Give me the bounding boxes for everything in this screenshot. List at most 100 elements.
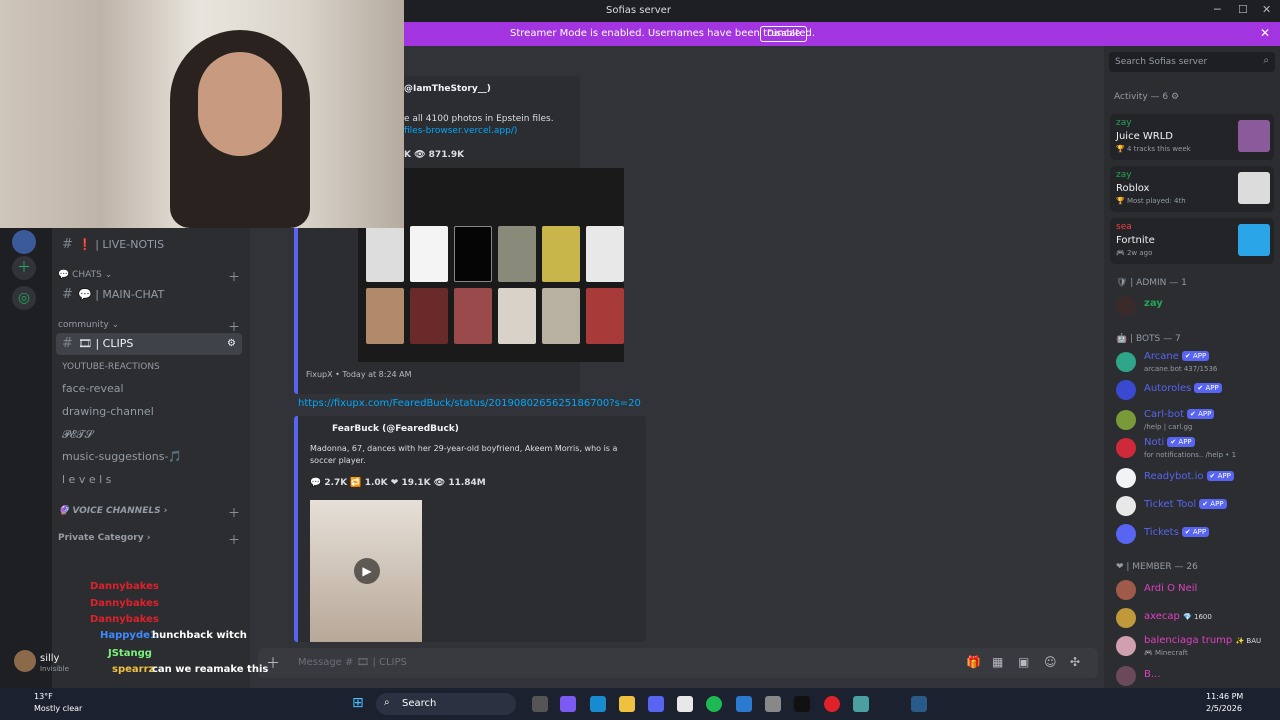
disable-button[interactable]: Disable — [760, 26, 808, 42]
activity-user: sea — [1116, 222, 1132, 232]
app-icon[interactable] — [765, 696, 781, 712]
member-name: B... — [1144, 669, 1161, 680]
close-button[interactable]: ✕ — [1262, 3, 1271, 16]
discord-icon[interactable] — [648, 696, 664, 712]
clock-time[interactable]: 11:46 PM — [1206, 692, 1243, 701]
activity-user: zay — [1116, 170, 1132, 180]
embed-video[interactable]: ▶ — [310, 500, 422, 642]
edge-icon[interactable] — [590, 696, 606, 712]
member-bot[interactable]: Autoroles ✔ APP — [1116, 376, 1276, 406]
avatar — [1116, 380, 1136, 400]
activity-card[interactable]: zay Roblox 🏆 Most played: 4th — [1110, 166, 1274, 212]
channel-live-notis[interactable]: # ❗ | LIVE-NOTIS — [56, 234, 242, 256]
steam-icon[interactable] — [911, 696, 927, 712]
add-channel-icon[interactable]: ＋ — [228, 504, 240, 521]
member-bot[interactable]: Readybot.io ✔ APP — [1116, 464, 1276, 494]
category-community[interactable]: community ⌄ — [58, 320, 119, 330]
category-chats[interactable]: 💬 CHATS ⌄ — [58, 270, 112, 280]
banner-close-icon[interactable]: ✕ — [1260, 26, 1270, 40]
apps-icon[interactable]: ✣ — [1070, 655, 1080, 669]
embed-author[interactable]: @IamTheStory__) — [404, 84, 491, 94]
category-voice[interactable]: 🔮 VOICE CHANNELS › — [58, 506, 167, 516]
play-icon[interactable]: ▶ — [354, 558, 380, 584]
taskbar-search[interactable]: ⌕ Search — [376, 693, 516, 715]
member[interactable]: Ardi O Neil — [1116, 576, 1276, 606]
server-icon[interactable] — [12, 230, 36, 254]
minimize-button[interactable]: ─ — [1214, 3, 1221, 16]
overlay-chat-message: hunchback witch — [152, 630, 247, 641]
member-bot[interactable]: Tickets ✔ APP — [1116, 520, 1276, 550]
channel-levels[interactable]: l e v e l s — [56, 469, 242, 491]
spotify-icon[interactable] — [706, 696, 722, 712]
member[interactable]: B... — [1116, 662, 1276, 688]
discover-icon[interactable]: ◎ — [12, 286, 36, 310]
channel-drawing[interactable]: drawing-channel — [56, 401, 242, 423]
search-label: Search — [402, 698, 437, 709]
search-input[interactable]: Search Sofias server ⌕ — [1109, 52, 1275, 72]
channel-youtube-reactions[interactable]: YOUTUBE-REACTIONS — [56, 356, 242, 378]
task-view-icon[interactable] — [532, 696, 548, 712]
mail-icon[interactable] — [736, 696, 752, 712]
category-private[interactable]: Private Category › — [58, 533, 150, 543]
photo-thumb — [542, 288, 580, 344]
member-bot[interactable]: Arcane ✔ APP arcane.bot 437/1536 — [1116, 348, 1276, 378]
hash-icon: # — [62, 287, 73, 302]
opera-icon[interactable] — [824, 696, 840, 712]
member-admin[interactable]: zay — [1116, 292, 1276, 322]
start-icon[interactable]: ⊞ — [352, 695, 364, 711]
activity-sub: 🏆 4 tracks this week — [1116, 145, 1191, 153]
member[interactable]: balenciaga trump ✨ BAU 🎮 Minecraft — [1116, 632, 1276, 662]
channel-pets[interactable]: 𝓟𝓔𝓣𝓢 — [56, 424, 242, 446]
channel-face-reveal[interactable]: face-reveal — [56, 378, 242, 400]
member-bot[interactable]: Noti ✔ APP for notifications.. /help • 1 — [1116, 434, 1276, 464]
member-header: ❤ | MEMBER — 26 — [1116, 562, 1198, 572]
weather-temp[interactable]: 13°F — [34, 692, 53, 701]
server-rail: ＋ ◎ — [0, 228, 52, 688]
photo-thumb — [410, 288, 448, 344]
member-status: arcane.bot 437/1536 — [1144, 365, 1218, 373]
channel-main-chat[interactable]: # 💬 | MAIN-CHAT — [56, 284, 242, 306]
add-channel-icon[interactable]: ＋ — [228, 531, 240, 548]
embed-author[interactable]: FearBuck (@FearedBuck) — [332, 424, 459, 434]
member[interactable]: axecap 💎 1600 — [1116, 604, 1276, 634]
webcam-overlay — [0, 0, 404, 228]
member-bot[interactable]: Ticket Tool ✔ APP — [1116, 492, 1276, 522]
avatar — [1116, 352, 1136, 372]
explorer-icon[interactable] — [619, 696, 635, 712]
avatar — [1116, 666, 1136, 686]
add-server-icon[interactable]: ＋ — [12, 256, 36, 280]
photo-thumb — [454, 288, 492, 344]
member-bot[interactable]: Carl-bot ✔ APP /help | carl.gg — [1116, 406, 1276, 436]
photo-thumb — [366, 226, 404, 282]
maximize-button[interactable]: ☐ — [1238, 3, 1248, 16]
admin-header: 🛡 | ADMIN — 1 — [1116, 278, 1187, 288]
embed-link[interactable]: files-browser.vercel.app/) — [404, 126, 517, 136]
activity-title: Juice WRLD — [1116, 131, 1174, 142]
tiktok-icon[interactable] — [794, 696, 810, 712]
add-channel-icon[interactable]: ＋ — [228, 268, 240, 285]
message-composer[interactable]: ＋ Message # 🎞 | CLIPS 🎁 ▦ ▣ ☺ ✣ — [258, 648, 1098, 678]
settings-icon[interactable]: ⚙ — [227, 333, 236, 355]
copilot-icon[interactable] — [560, 696, 576, 712]
member-name: Ardi O Neil — [1144, 583, 1198, 594]
activity-user: zay — [1116, 118, 1132, 128]
roblox-icon — [1238, 172, 1270, 204]
activity-sub: 🎮 2w ago — [1116, 249, 1153, 257]
app-icon[interactable] — [853, 696, 869, 712]
embed-stats: K 👁 871.9K — [404, 150, 465, 160]
activity-card[interactable]: zay Juice WRLD 🏆 4 tracks this week — [1110, 114, 1274, 160]
photo-thumb — [542, 226, 580, 282]
hash-icon: # — [62, 237, 73, 252]
gift-icon[interactable]: 🎁 — [966, 655, 981, 669]
gif-icon[interactable]: ▦ — [992, 655, 1003, 669]
emoji-icon[interactable]: ☺ — [1044, 655, 1057, 669]
activity-card[interactable]: sea Fortnite 🎮 2w ago — [1110, 218, 1274, 264]
channel-clips[interactable]: # 🎞 | CLIPS ⚙ — [56, 333, 242, 355]
member-list: Activity — 6 ⚙ zay Juice WRLD 🏆 4 tracks… — [1104, 46, 1280, 688]
user-avatar[interactable] — [14, 650, 36, 672]
channel-music-suggestions[interactable]: music-suggestions-🎵 — [56, 446, 242, 468]
sticker-icon[interactable]: ▣ — [1018, 655, 1029, 669]
window-title: Sofias server — [606, 5, 671, 16]
message-link[interactable]: https://fixupx.com/FearedBuck/status/201… — [298, 398, 641, 409]
store-icon[interactable] — [677, 696, 693, 712]
